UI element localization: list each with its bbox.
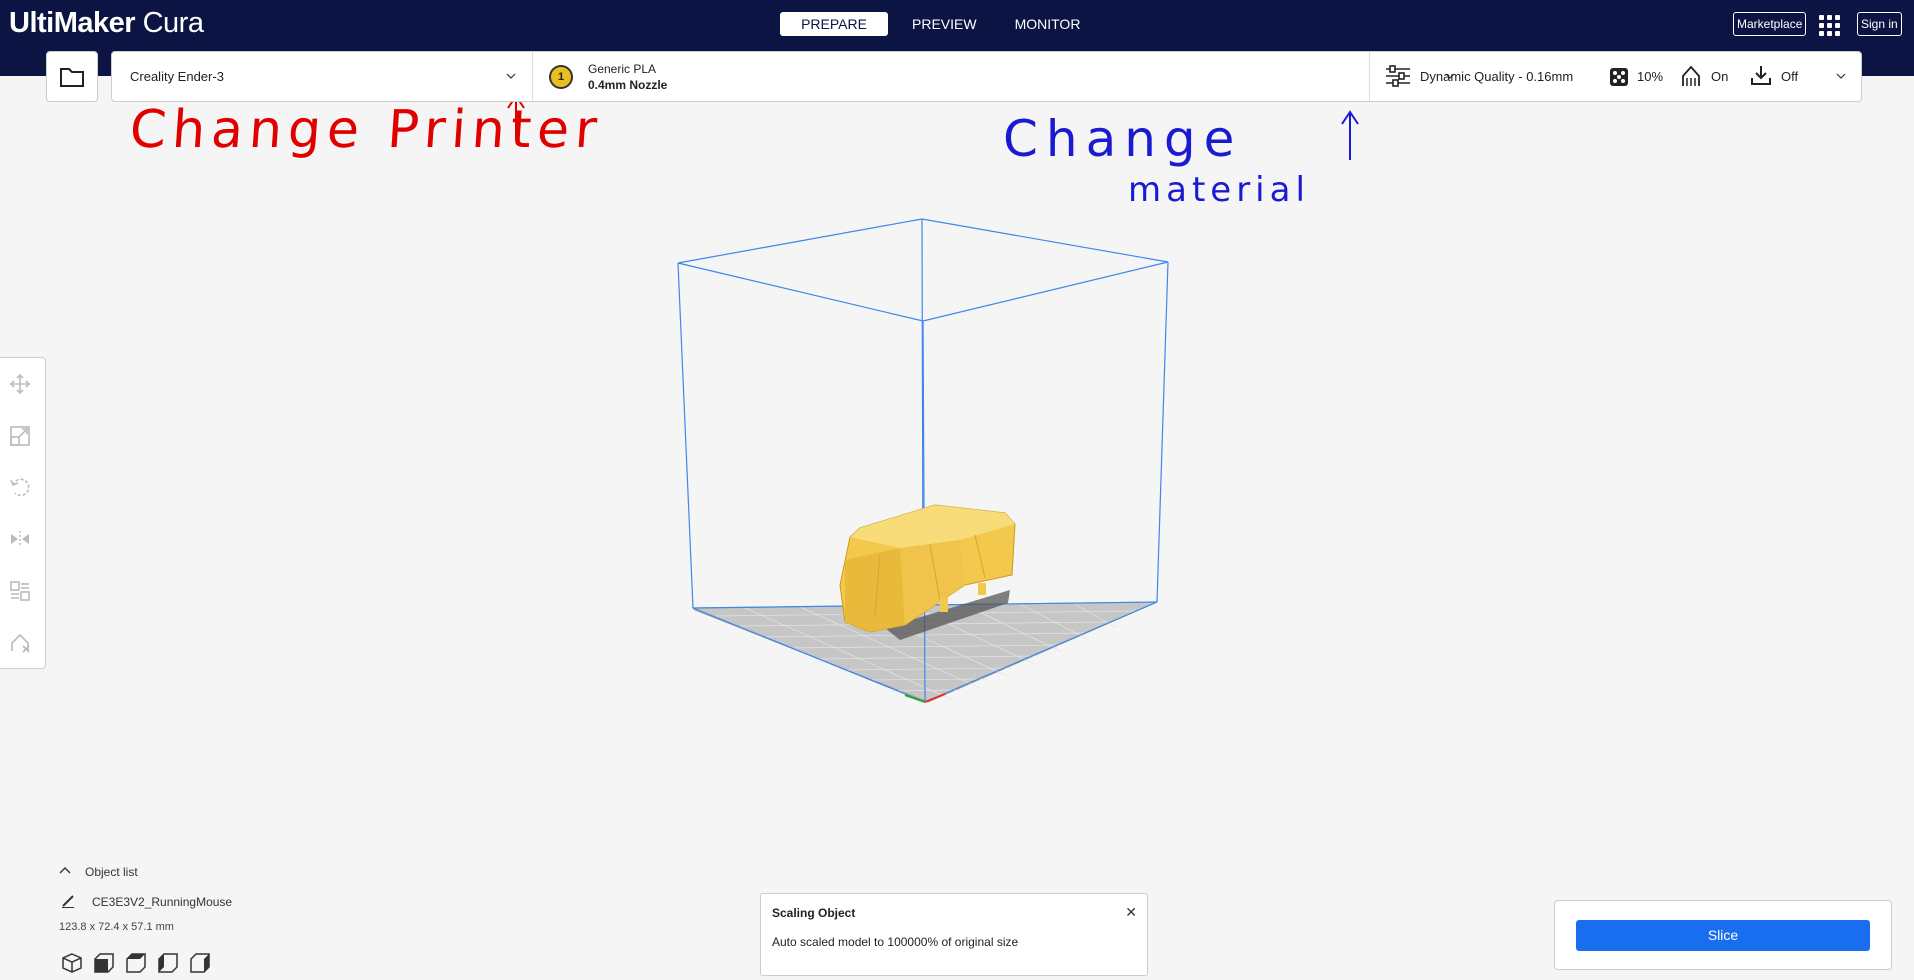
annotation-change-printer: Change Printer — [127, 100, 605, 160]
scaling-message: Scaling Object Auto scaled model to 1000… — [760, 893, 1148, 976]
object-list-toggle[interactable]: Object list — [85, 865, 138, 879]
per-model-settings-icon[interactable] — [9, 580, 31, 602]
object-name: CE3E3V2_RunningMouse — [92, 895, 233, 909]
slice-panel: Slice — [1554, 900, 1892, 970]
model-running-mouse — [839, 504, 1016, 633]
ultimaker-cura-logo: UltiMaker Cura — [9, 7, 204, 39]
chevron-down-icon — [506, 73, 516, 79]
annotation-material: material — [1128, 170, 1310, 210]
material-name: Generic PLA — [588, 62, 657, 76]
annotation-change: Change — [1003, 110, 1243, 168]
slice-button[interactable]: Slice — [1576, 920, 1870, 951]
tab-prepare[interactable]: PREPARE — [780, 12, 888, 36]
print-setup-toolbar: Creality Ender-3 1 Generic PLA 0.4mm Noz… — [111, 51, 1862, 102]
printer-name: Creality Ender-3 — [130, 69, 224, 84]
support-icon — [1682, 65, 1700, 86]
chevron-up-icon[interactable] — [59, 866, 71, 876]
settings-sliders-icon — [1386, 65, 1410, 87]
front-view-icon[interactable] — [93, 952, 115, 974]
profile-label: Dynamic Quality - 0.16mm — [1420, 69, 1574, 84]
extruder-badge: 1 — [549, 65, 573, 89]
apps-grid-icon[interactable] — [1819, 15, 1840, 36]
pencil-icon[interactable] — [61, 894, 75, 908]
folder-icon — [60, 67, 84, 87]
left-view-icon[interactable] — [157, 952, 179, 974]
tab-monitor[interactable]: MONITOR — [999, 12, 1097, 36]
sign-in-button[interactable]: Sign in — [1857, 12, 1902, 36]
stage-tabs: PREPARE PREVIEW MONITOR — [780, 12, 1096, 36]
marketplace-button[interactable]: Marketplace — [1733, 12, 1807, 36]
scale-tool-icon[interactable] — [9, 425, 31, 447]
tab-preview[interactable]: PREVIEW — [896, 12, 993, 36]
close-icon[interactable]: ✕ — [1125, 904, 1137, 921]
model-shadow — [885, 590, 1010, 640]
object-dimensions: 123.8 x 72.4 x 57.1 mm — [59, 921, 174, 933]
adhesion-icon — [1751, 66, 1771, 85]
infill-value: 10% — [1637, 69, 1664, 84]
app-header: UltiMaker Cura PREPARE PREVIEW MONITOR M… — [0, 0, 1914, 50]
print-settings-selector[interactable]: Dynamic Quality - 0.16mm 10% On Off — [1370, 52, 1861, 101]
camera-view-buttons — [61, 952, 211, 974]
right-view-icon[interactable] — [189, 952, 211, 974]
mirror-tool-icon[interactable] — [9, 528, 31, 550]
message-title: Scaling Object — [772, 906, 856, 920]
message-text: Auto scaled model to 100000% of original… — [772, 935, 1019, 949]
transform-tool-panel — [0, 357, 46, 669]
support-value: On — [1711, 69, 1729, 84]
3d-view-icon[interactable] — [61, 952, 83, 974]
infill-icon — [1610, 68, 1628, 86]
material-selector[interactable]: 1 Generic PLA 0.4mm Nozzle — [533, 52, 1480, 101]
nozzle-size: 0.4mm Nozzle — [588, 78, 668, 92]
build-plate-grid — [715, 603, 1136, 701]
adhesion-value: Off — [1781, 69, 1799, 84]
open-file-button[interactable] — [46, 51, 98, 102]
chevron-down-icon — [1836, 73, 1846, 79]
rotate-tool-icon[interactable] — [9, 476, 31, 498]
build-plate — [691, 601, 1158, 703]
support-blocker-icon[interactable] — [9, 632, 31, 654]
move-tool-icon[interactable] — [9, 373, 31, 395]
build-volume-wireframe — [677, 218, 1169, 703]
printer-selector[interactable]: Creality Ender-3 — [112, 52, 532, 101]
top-view-icon[interactable] — [125, 952, 147, 974]
